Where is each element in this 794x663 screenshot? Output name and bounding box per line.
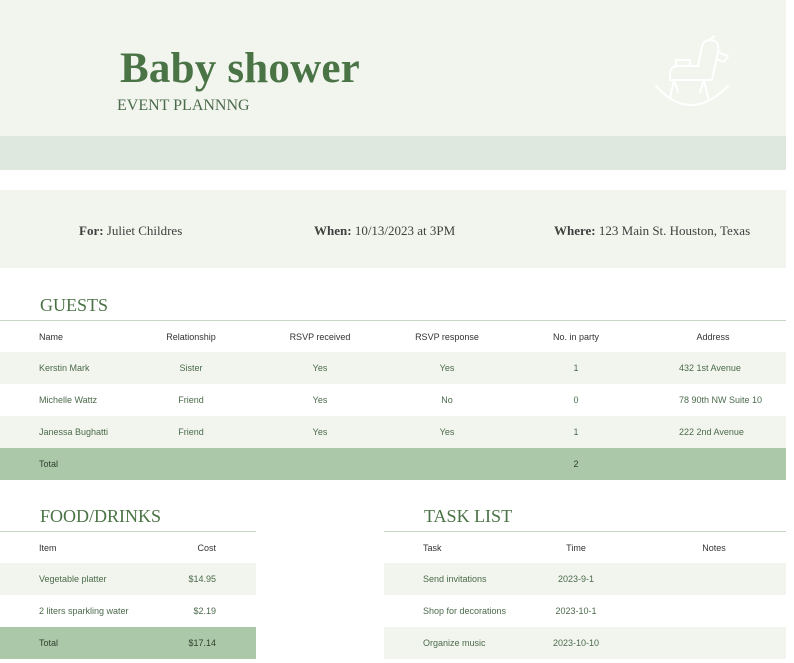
col-rsvp-response-header[interactable]: RSVP response	[415, 321, 479, 353]
event-info-bar: For: Juliet Childres When: 10/13/2023 at…	[0, 190, 786, 268]
guest-rsvp-response[interactable]: Yes	[440, 416, 455, 448]
header-band	[0, 136, 786, 170]
total-label[interactable]: Total	[39, 448, 58, 480]
where-field[interactable]: Where: 123 Main St. Houston, Texas	[554, 223, 750, 239]
guest-name[interactable]: Kerstin Mark	[39, 352, 90, 384]
food-cost[interactable]: $2.19	[193, 595, 216, 627]
when-label: When:	[314, 223, 352, 238]
food-table: Item Cost Vegetable platter $14.95 2 lit…	[0, 531, 256, 659]
table-row: Shop for decorations 2023-10-1	[384, 595, 786, 627]
task-time[interactable]: 2023-9-1	[558, 563, 594, 595]
guest-rsvp-received[interactable]: Yes	[313, 384, 328, 416]
guest-rsvp-received[interactable]: Yes	[313, 352, 328, 384]
col-item-header[interactable]: Item	[39, 532, 57, 564]
guest-rsvp-received[interactable]: Yes	[313, 416, 328, 448]
guests-header-row: Name Relationship RSVP received RSVP res…	[0, 320, 786, 353]
guests-title[interactable]: GUESTS	[40, 295, 108, 316]
col-notes-header[interactable]: Notes	[702, 532, 726, 564]
for-field[interactable]: For: Juliet Childres	[79, 223, 182, 239]
guest-party[interactable]: 1	[573, 416, 578, 448]
table-row: Janessa Bughatti Friend Yes Yes 1 222 2n…	[0, 416, 786, 448]
table-row: Organize music 2023-10-10	[384, 627, 786, 659]
page-subtitle[interactable]: EVENT PLANNNG	[117, 97, 250, 115]
task-title[interactable]: TASK LIST	[424, 506, 512, 527]
food-total-label[interactable]: Total	[39, 627, 58, 659]
table-row: Send invitations 2023-9-1	[384, 563, 786, 595]
table-row: Kerstin Mark Sister Yes Yes 1 432 1st Av…	[0, 352, 786, 384]
task-table: Task Time Notes Send invitations 2023-9-…	[384, 531, 786, 659]
col-name-header[interactable]: Name	[39, 321, 63, 353]
when-value: 10/13/2023 at 3PM	[354, 223, 456, 238]
where-value: 123 Main St. Houston, Texas	[598, 223, 751, 238]
table-row: Vegetable platter $14.95	[0, 563, 256, 595]
task-name[interactable]: Organize music	[423, 627, 486, 659]
header-banner: Baby shower EVENT PLANNNG	[0, 0, 786, 136]
guest-party[interactable]: 1	[573, 352, 578, 384]
for-label: For:	[79, 223, 104, 238]
food-item[interactable]: 2 liters sparkling water	[39, 595, 129, 627]
guest-name[interactable]: Janessa Bughatti	[39, 416, 108, 448]
guest-address[interactable]: 432 1st Avenue	[679, 352, 741, 384]
rocking-horse-icon	[655, 35, 729, 106]
when-field[interactable]: When: 10/13/2023 at 3PM	[314, 223, 455, 239]
col-time-header[interactable]: Time	[566, 532, 586, 564]
col-relationship-header[interactable]: Relationship	[166, 321, 216, 353]
food-item[interactable]: Vegetable platter	[39, 563, 107, 595]
for-value: Juliet Childres	[106, 223, 183, 238]
task-name[interactable]: Send invitations	[423, 563, 487, 595]
guest-address[interactable]: 78 90th NW Suite 10	[679, 384, 762, 416]
food-total-row: Total $17.14	[0, 627, 256, 659]
guest-rsvp-response[interactable]: No	[441, 384, 453, 416]
guest-party[interactable]: 0	[573, 384, 578, 416]
guest-relationship[interactable]: Sister	[179, 352, 202, 384]
table-row: Michelle Wattz Friend Yes No 0 78 90th N…	[0, 384, 786, 416]
col-rsvp-received-header[interactable]: RSVP received	[290, 321, 351, 353]
col-address-header[interactable]: Address	[696, 321, 729, 353]
guests-total-row: Total 2	[0, 448, 786, 480]
task-time[interactable]: 2023-10-10	[553, 627, 599, 659]
col-party-header[interactable]: No. in party	[553, 321, 599, 353]
food-total-cost[interactable]: $17.14	[188, 627, 216, 659]
table-row: 2 liters sparkling water $2.19	[0, 595, 256, 627]
col-cost-header[interactable]: Cost	[197, 532, 216, 564]
guest-relationship[interactable]: Friend	[178, 384, 204, 416]
col-task-header[interactable]: Task	[423, 532, 442, 564]
guest-rsvp-response[interactable]: Yes	[440, 352, 455, 384]
page-title[interactable]: Baby shower	[120, 44, 360, 93]
food-title[interactable]: FOOD/DRINKS	[40, 506, 161, 527]
task-header-row: Task Time Notes	[384, 531, 786, 564]
food-cost[interactable]: $14.95	[188, 563, 216, 595]
food-header-row: Item Cost	[0, 531, 256, 564]
guest-relationship[interactable]: Friend	[178, 416, 204, 448]
guest-name[interactable]: Michelle Wattz	[39, 384, 97, 416]
guests-table: Name Relationship RSVP received RSVP res…	[0, 320, 786, 481]
task-name[interactable]: Shop for decorations	[423, 595, 506, 627]
total-party[interactable]: 2	[573, 448, 578, 480]
where-label: Where:	[554, 223, 596, 238]
guest-address[interactable]: 222 2nd Avenue	[679, 416, 744, 448]
task-time[interactable]: 2023-10-1	[555, 595, 596, 627]
